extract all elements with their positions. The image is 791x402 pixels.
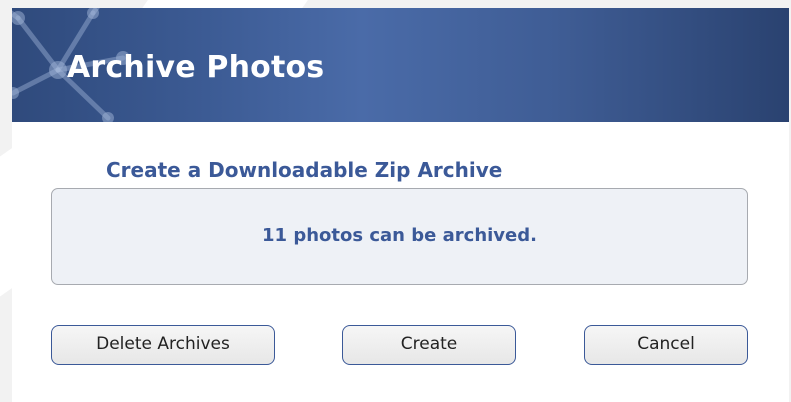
section-title: Create a Downloadable Zip Archive xyxy=(106,158,503,182)
status-message-box: 11 photos can be archived. xyxy=(51,188,748,285)
delete-archives-button[interactable]: Delete Archives xyxy=(51,325,275,365)
screen-background: Archive Photos Create a Downloadable Zip… xyxy=(0,0,791,402)
create-button[interactable]: Create xyxy=(342,325,516,365)
cancel-button[interactable]: Cancel xyxy=(584,325,748,365)
status-message: 11 photos can be archived. xyxy=(262,225,537,246)
dialog-title: Archive Photos xyxy=(67,50,325,85)
dialog-header: Archive Photos xyxy=(12,8,789,122)
archive-photos-dialog: Archive Photos Create a Downloadable Zip… xyxy=(12,8,789,402)
